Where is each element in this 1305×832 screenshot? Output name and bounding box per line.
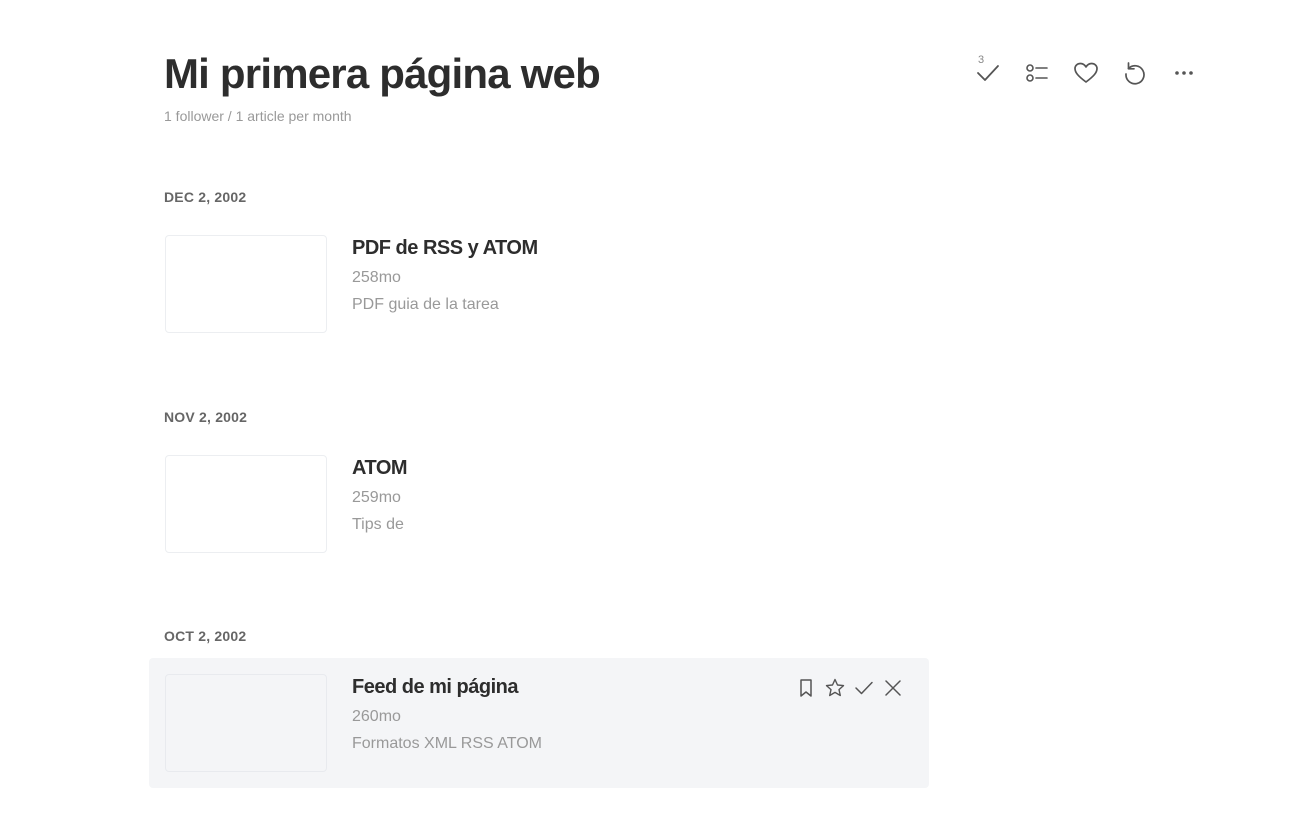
hide-button[interactable] xyxy=(882,676,904,700)
entry-card[interactable]: PDF de RSS y ATOM 258mo PDF guia de la t… xyxy=(149,219,929,349)
refresh-icon xyxy=(1125,62,1145,85)
feed-toolbar: 3 xyxy=(966,54,1206,92)
mark-read-button[interactable] xyxy=(853,676,875,700)
follow-button[interactable] xyxy=(1064,54,1108,92)
entry-thumbnail[interactable] xyxy=(165,235,327,333)
check-icon xyxy=(855,681,873,695)
entry-title[interactable]: ATOM xyxy=(352,457,408,480)
feed-header: Mi primera página web 1 follower / 1 art… xyxy=(164,50,601,124)
entry-summary: Formatos XML RSS ATOM xyxy=(352,735,542,752)
feed-subtitle: 1 follower / 1 article per month xyxy=(164,108,352,124)
unread-count: 3 xyxy=(978,54,985,66)
more-icon xyxy=(1175,71,1193,75)
star-icon xyxy=(825,678,845,697)
page-title: Mi primera página web xyxy=(164,50,601,97)
save-to-board-button[interactable] xyxy=(824,676,846,700)
list-view-icon xyxy=(1026,64,1048,82)
refresh-button[interactable] xyxy=(1113,54,1157,92)
bookmark-icon xyxy=(800,679,812,697)
more-options-button[interactable] xyxy=(1162,54,1206,92)
entry-card[interactable]: Feed de mi página 260mo Formatos XML RSS… xyxy=(149,658,929,788)
entry-thumbnail[interactable] xyxy=(165,674,327,772)
read-later-button[interactable] xyxy=(795,676,817,700)
entry-summary: Tips de xyxy=(352,516,404,533)
heart-icon xyxy=(1074,62,1098,83)
entry-age: 260mo xyxy=(352,708,401,725)
section-date: DEC 2, 2002 xyxy=(164,189,247,205)
entry-card[interactable]: ATOM 259mo Tips de xyxy=(149,439,929,569)
entry-age: 259mo xyxy=(352,489,401,506)
entry-title[interactable]: PDF de RSS y ATOM xyxy=(352,237,538,260)
close-icon xyxy=(885,680,901,696)
entry-actions xyxy=(795,676,904,700)
section-date: OCT 2, 2002 xyxy=(164,628,247,644)
entry-thumbnail[interactable] xyxy=(165,455,327,553)
layout-button[interactable] xyxy=(1015,54,1059,92)
mark-as-read-button[interactable]: 3 xyxy=(966,54,1010,92)
entry-summary: PDF guia de la tarea xyxy=(352,296,499,313)
entry-age: 258mo xyxy=(352,269,401,286)
entry-title[interactable]: Feed de mi página xyxy=(352,676,518,699)
section-date: NOV 2, 2002 xyxy=(164,409,248,425)
